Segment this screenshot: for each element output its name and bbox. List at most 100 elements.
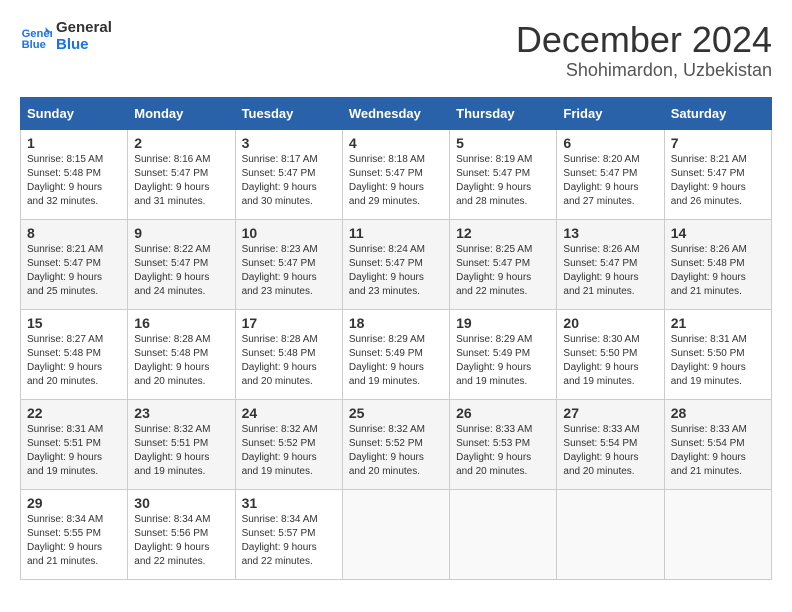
sunrise-label: Sunrise: 8:29 AM [456,334,532,345]
day-info: Sunrise: 8:17 AM Sunset: 5:47 PM Dayligh… [242,153,336,209]
sunrise-label: Sunrise: 8:22 AM [134,244,210,255]
day-info: Sunrise: 8:32 AM Sunset: 5:51 PM Dayligh… [134,423,228,479]
calendar-day-cell: 7 Sunrise: 8:21 AM Sunset: 5:47 PM Dayli… [664,129,771,219]
calendar-day-cell: 12 Sunrise: 8:25 AM Sunset: 5:47 PM Dayl… [450,219,557,309]
sunset-label: Sunset: 5:51 PM [27,438,101,449]
day-number: 8 [27,225,121,241]
sunset-label: Sunset: 5:47 PM [671,168,745,179]
day-info: Sunrise: 8:32 AM Sunset: 5:52 PM Dayligh… [242,423,336,479]
sunrise-label: Sunrise: 8:33 AM [671,424,747,435]
daylight-label: Daylight: 9 hours and 31 minutes. [134,182,209,207]
daylight-label: Daylight: 9 hours and 21 minutes. [27,542,102,567]
day-number: 13 [563,225,657,241]
day-number: 16 [134,315,228,331]
day-info: Sunrise: 8:22 AM Sunset: 5:47 PM Dayligh… [134,243,228,299]
sunset-label: Sunset: 5:52 PM [242,438,316,449]
daylight-label: Daylight: 9 hours and 20 minutes. [27,362,102,387]
sunrise-label: Sunrise: 8:21 AM [671,154,747,165]
day-number: 11 [349,225,443,241]
sunset-label: Sunset: 5:47 PM [134,258,208,269]
day-number: 23 [134,405,228,421]
day-info: Sunrise: 8:32 AM Sunset: 5:52 PM Dayligh… [349,423,443,479]
daylight-label: Daylight: 9 hours and 20 minutes. [563,452,638,477]
calendar-day-cell: 9 Sunrise: 8:22 AM Sunset: 5:47 PM Dayli… [128,219,235,309]
sunrise-label: Sunrise: 8:21 AM [27,244,103,255]
day-number: 22 [27,405,121,421]
sunrise-label: Sunrise: 8:26 AM [671,244,747,255]
calendar-day-cell: 8 Sunrise: 8:21 AM Sunset: 5:47 PM Dayli… [21,219,128,309]
day-info: Sunrise: 8:34 AM Sunset: 5:57 PM Dayligh… [242,513,336,569]
day-info: Sunrise: 8:26 AM Sunset: 5:47 PM Dayligh… [563,243,657,299]
calendar-header: SundayMondayTuesdayWednesdayThursdayFrid… [21,97,772,129]
sunrise-label: Sunrise: 8:28 AM [134,334,210,345]
sunset-label: Sunset: 5:48 PM [671,258,745,269]
calendar-day-cell: 21 Sunrise: 8:31 AM Sunset: 5:50 PM Dayl… [664,309,771,399]
daylight-label: Daylight: 9 hours and 19 minutes. [27,452,102,477]
location-title: Shohimardon, Uzbekistan [516,60,772,81]
calendar-day-cell [342,489,449,579]
sunrise-label: Sunrise: 8:27 AM [27,334,103,345]
calendar-week-row: 22 Sunrise: 8:31 AM Sunset: 5:51 PM Dayl… [21,399,772,489]
daylight-label: Daylight: 9 hours and 19 minutes. [456,362,531,387]
day-info: Sunrise: 8:23 AM Sunset: 5:47 PM Dayligh… [242,243,336,299]
sunset-label: Sunset: 5:47 PM [349,258,423,269]
day-info: Sunrise: 8:30 AM Sunset: 5:50 PM Dayligh… [563,333,657,389]
day-info: Sunrise: 8:29 AM Sunset: 5:49 PM Dayligh… [349,333,443,389]
day-info: Sunrise: 8:27 AM Sunset: 5:48 PM Dayligh… [27,333,121,389]
title-area: December 2024 Shohimardon, Uzbekistan [516,20,772,81]
calendar-day-cell: 1 Sunrise: 8:15 AM Sunset: 5:48 PM Dayli… [21,129,128,219]
weekday-header: Monday [128,97,235,129]
sunset-label: Sunset: 5:54 PM [671,438,745,449]
sunset-label: Sunset: 5:47 PM [349,168,423,179]
day-info: Sunrise: 8:16 AM Sunset: 5:47 PM Dayligh… [134,153,228,209]
calendar-day-cell: 17 Sunrise: 8:28 AM Sunset: 5:48 PM Dayl… [235,309,342,399]
sunrise-label: Sunrise: 8:34 AM [134,514,210,525]
daylight-label: Daylight: 9 hours and 29 minutes. [349,182,424,207]
day-info: Sunrise: 8:20 AM Sunset: 5:47 PM Dayligh… [563,153,657,209]
day-info: Sunrise: 8:18 AM Sunset: 5:47 PM Dayligh… [349,153,443,209]
day-number: 14 [671,225,765,241]
sunset-label: Sunset: 5:47 PM [242,168,316,179]
calendar-week-row: 1 Sunrise: 8:15 AM Sunset: 5:48 PM Dayli… [21,129,772,219]
day-number: 9 [134,225,228,241]
calendar-day-cell: 20 Sunrise: 8:30 AM Sunset: 5:50 PM Dayl… [557,309,664,399]
sunset-label: Sunset: 5:47 PM [563,258,637,269]
day-info: Sunrise: 8:31 AM Sunset: 5:50 PM Dayligh… [671,333,765,389]
day-number: 6 [563,135,657,151]
calendar-day-cell: 30 Sunrise: 8:34 AM Sunset: 5:56 PM Dayl… [128,489,235,579]
sunset-label: Sunset: 5:47 PM [456,168,530,179]
calendar-day-cell: 26 Sunrise: 8:33 AM Sunset: 5:53 PM Dayl… [450,399,557,489]
day-number: 5 [456,135,550,151]
sunrise-label: Sunrise: 8:34 AM [242,514,318,525]
sunrise-label: Sunrise: 8:29 AM [349,334,425,345]
daylight-label: Daylight: 9 hours and 21 minutes. [671,452,746,477]
sunrise-label: Sunrise: 8:31 AM [27,424,103,435]
day-number: 21 [671,315,765,331]
day-number: 7 [671,135,765,151]
daylight-label: Daylight: 9 hours and 20 minutes. [242,362,317,387]
calendar-week-row: 8 Sunrise: 8:21 AM Sunset: 5:47 PM Dayli… [21,219,772,309]
daylight-label: Daylight: 9 hours and 19 minutes. [242,452,317,477]
daylight-label: Daylight: 9 hours and 19 minutes. [563,362,638,387]
calendar-day-cell: 3 Sunrise: 8:17 AM Sunset: 5:47 PM Dayli… [235,129,342,219]
day-number: 24 [242,405,336,421]
daylight-label: Daylight: 9 hours and 19 minutes. [134,452,209,477]
day-number: 18 [349,315,443,331]
day-number: 3 [242,135,336,151]
calendar-day-cell: 24 Sunrise: 8:32 AM Sunset: 5:52 PM Dayl… [235,399,342,489]
sunrise-label: Sunrise: 8:17 AM [242,154,318,165]
sunset-label: Sunset: 5:48 PM [242,348,316,359]
calendar-day-cell: 4 Sunrise: 8:18 AM Sunset: 5:47 PM Dayli… [342,129,449,219]
daylight-label: Daylight: 9 hours and 19 minutes. [349,362,424,387]
calendar-day-cell: 13 Sunrise: 8:26 AM Sunset: 5:47 PM Dayl… [557,219,664,309]
day-info: Sunrise: 8:31 AM Sunset: 5:51 PM Dayligh… [27,423,121,479]
sunset-label: Sunset: 5:47 PM [134,168,208,179]
calendar-table: SundayMondayTuesdayWednesdayThursdayFrid… [20,97,772,580]
calendar-day-cell: 28 Sunrise: 8:33 AM Sunset: 5:54 PM Dayl… [664,399,771,489]
daylight-label: Daylight: 9 hours and 28 minutes. [456,182,531,207]
sunset-label: Sunset: 5:54 PM [563,438,637,449]
day-info: Sunrise: 8:34 AM Sunset: 5:56 PM Dayligh… [134,513,228,569]
day-number: 28 [671,405,765,421]
daylight-label: Daylight: 9 hours and 27 minutes. [563,182,638,207]
daylight-label: Daylight: 9 hours and 23 minutes. [349,272,424,297]
